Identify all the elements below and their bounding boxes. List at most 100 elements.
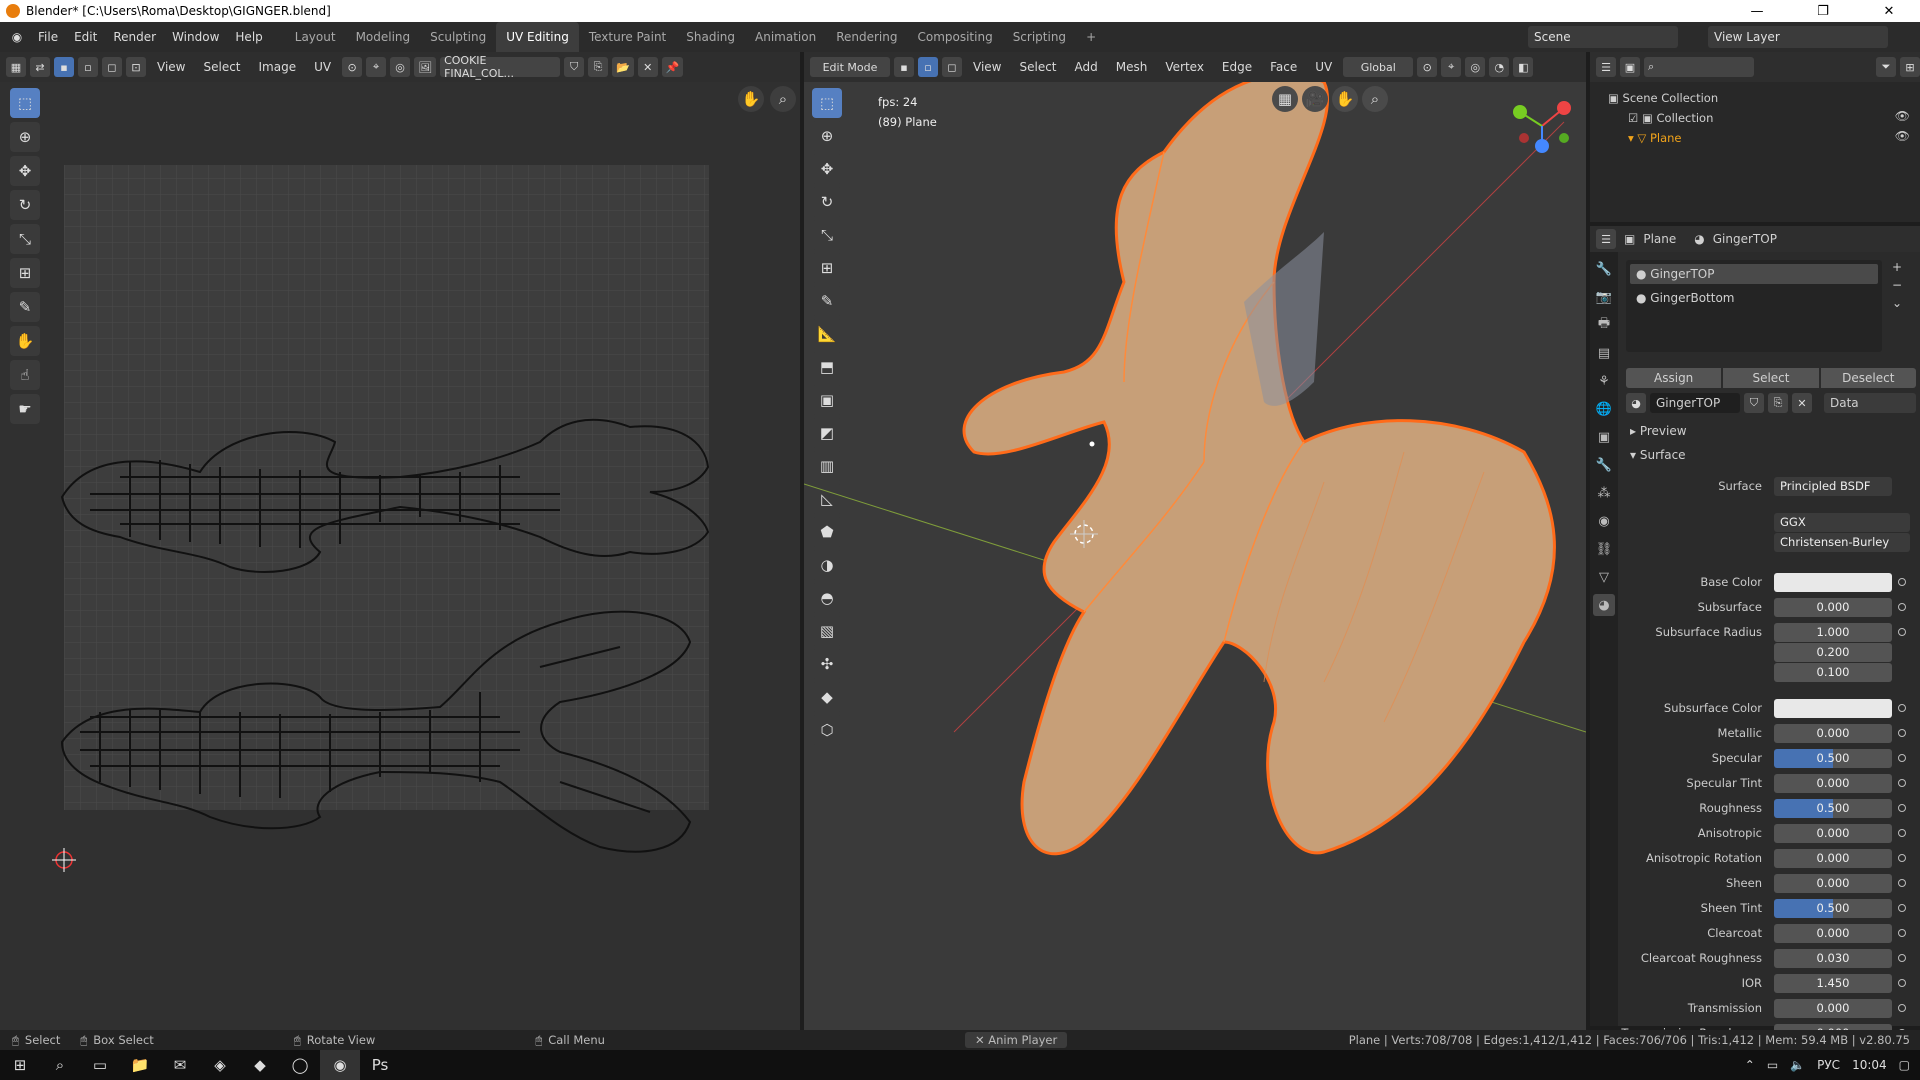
unlink-image-icon[interactable]: ✕ <box>637 57 658 77</box>
image-name-field[interactable]: COOKIE FINAL_COL... <box>440 54 561 80</box>
vp-menu-vertex[interactable]: Vertex <box>1158 60 1211 74</box>
tab-uv-editing[interactable]: UV Editing <box>496 22 579 52</box>
param-value-field[interactable]: 0.200 <box>1774 642 1892 662</box>
preview-panel-header[interactable]: ▸ Preview <box>1630 424 1687 438</box>
surface-panel-header[interactable]: ▾ Surface <box>1630 448 1686 462</box>
socket-link-icon[interactable] <box>1898 904 1906 912</box>
new-image-icon[interactable]: ⎘ <box>588 57 609 77</box>
task-view-icon[interactable]: ▭ <box>80 1050 120 1080</box>
param-value-field[interactable]: 0.500 <box>1774 748 1892 768</box>
socket-link-icon[interactable] <box>1898 929 1906 937</box>
uv-menu-image[interactable]: Image <box>252 60 304 74</box>
vp-menu-edge[interactable]: Edge <box>1215 60 1259 74</box>
vp-menu-view[interactable]: View <box>966 60 1008 74</box>
slot-item-gingertop[interactable]: ● GingerTOP <box>1630 264 1878 284</box>
navigation-gizmo[interactable] <box>1504 88 1580 164</box>
tab-texture-paint[interactable]: Texture Paint <box>579 22 676 52</box>
clock[interactable]: 10:04 <box>1852 1058 1887 1072</box>
scene-selector[interactable]: Scene <box>1528 26 1678 48</box>
sync-selection-icon[interactable]: ⇄ <box>30 57 50 77</box>
scene-tab-icon[interactable]: ⚘ <box>1593 370 1615 392</box>
param-value-field[interactable]: 1.000 <box>1774 622 1892 642</box>
view-layer-tab-icon[interactable]: ▤ <box>1593 342 1615 364</box>
pivot-icon[interactable]: ⊙ <box>342 57 363 77</box>
tab-sculpting[interactable]: Sculpting <box>420 22 496 52</box>
pivot-point-icon[interactable]: ⊙ <box>1417 57 1438 77</box>
display-mode-icon[interactable]: ▣ <box>1620 57 1640 77</box>
vp-menu-face[interactable]: Face <box>1263 60 1304 74</box>
modifier-tab-icon[interactable]: 🔧 <box>1593 454 1615 476</box>
face-mode-icon[interactable]: ◻ <box>942 57 962 77</box>
blender-taskbar-icon[interactable]: ◉ <box>320 1050 360 1080</box>
slot-menu-icon[interactable]: ⌄ <box>1892 296 1902 310</box>
volume-icon[interactable]: 🔈 <box>1790 1058 1805 1072</box>
menu-window[interactable]: Window <box>164 30 227 44</box>
file-explorer-icon[interactable]: 📁 <box>120 1050 160 1080</box>
object-tab-icon[interactable]: ▣ <box>1593 426 1615 448</box>
uv-menu-select[interactable]: Select <box>196 60 247 74</box>
socket-link-icon[interactable] <box>1898 879 1906 887</box>
tab-compositing[interactable]: Compositing <box>907 22 1002 52</box>
socket-link-icon[interactable] <box>1898 854 1906 862</box>
uv-menu-uv[interactable]: UV <box>307 60 338 74</box>
view-layer-selector[interactable]: View Layer <box>1708 26 1888 48</box>
param-value-field[interactable] <box>1774 698 1892 718</box>
gizmo-z-axis[interactable] <box>1535 139 1549 153</box>
render-tab-icon[interactable]: 📷 <box>1593 286 1615 308</box>
socket-link-icon[interactable] <box>1898 1004 1906 1012</box>
param-value-field[interactable] <box>1774 572 1892 592</box>
vp-menu-select[interactable]: Select <box>1012 60 1063 74</box>
vertex-mode-icon[interactable]: ▪ <box>894 57 914 77</box>
fake-user-icon[interactable]: ⛉ <box>564 57 585 77</box>
tab-rendering[interactable]: Rendering <box>826 22 907 52</box>
fake-user-icon[interactable]: ⛉ <box>1744 393 1764 413</box>
uv-canvas[interactable] <box>0 82 800 1030</box>
viewport-canvas[interactable] <box>804 82 1586 1030</box>
param-value-field[interactable]: 0.000 <box>1774 823 1892 843</box>
snap-icon[interactable]: ⌖ <box>366 57 387 77</box>
socket-link-icon[interactable] <box>1898 779 1906 787</box>
param-value-field[interactable]: 0.030 <box>1774 948 1892 968</box>
deselect-button[interactable]: Deselect <box>1820 368 1916 388</box>
pin-icon[interactable]: 📌 <box>661 57 684 77</box>
output-tab-icon[interactable]: 🖶 <box>1593 314 1615 336</box>
distribution-select[interactable]: GGX <box>1774 512 1910 532</box>
grid-view-icon[interactable]: ▦ <box>1272 86 1298 112</box>
close-button[interactable]: ✕ <box>1866 0 1912 22</box>
tray-chevron-icon[interactable]: ⌃ <box>1745 1058 1755 1072</box>
2d-cursor-icon[interactable] <box>52 848 76 872</box>
open-image-icon[interactable]: 📂 <box>612 57 634 77</box>
add-slot-icon[interactable]: + <box>1892 260 1902 274</box>
vp-menu-add[interactable]: Add <box>1068 60 1105 74</box>
link-data-select[interactable]: Data <box>1824 393 1916 413</box>
notifications-icon[interactable]: ▢ <box>1899 1058 1910 1072</box>
overlay-icon[interactable]: ◔ <box>1489 57 1510 77</box>
unlink-material-icon[interactable]: ✕ <box>1792 393 1812 413</box>
minimize-button[interactable]: — <box>1734 0 1780 22</box>
orientation-selector[interactable]: Global <box>1343 57 1414 77</box>
gizmo-x-axis[interactable] <box>1557 101 1571 115</box>
world-tab-icon[interactable]: 🌐 <box>1593 398 1615 420</box>
menu-edit[interactable]: Edit <box>66 30 105 44</box>
duplicate-material-icon[interactable]: ⎘ <box>1768 393 1788 413</box>
tool-tab-icon[interactable]: 🔧 <box>1593 258 1615 280</box>
face-select-icon[interactable]: ◻ <box>102 57 122 77</box>
zoom-view-icon[interactable]: ⌕ <box>1362 86 1388 112</box>
tree-item-scene-collection[interactable]: ▣ Scene Collection <box>1608 88 1718 108</box>
tab-scripting[interactable]: Scripting <box>1003 22 1076 52</box>
slot-item-gingerbottom[interactable]: ● GingerBottom <box>1630 288 1878 308</box>
remove-slot-icon[interactable]: − <box>1892 278 1902 292</box>
menu-help[interactable]: Help <box>227 30 270 44</box>
socket-link-icon[interactable] <box>1898 729 1906 737</box>
param-value-field[interactable]: 0.000 <box>1774 723 1892 743</box>
uv-menu-view[interactable]: View <box>150 60 192 74</box>
vp-menu-mesh[interactable]: Mesh <box>1109 60 1155 74</box>
pan-view-icon[interactable]: ✋ <box>1332 86 1358 112</box>
mode-selector[interactable]: Edit Mode <box>810 57 890 77</box>
eye-icon[interactable]: 👁 <box>1895 126 1910 146</box>
edge-mode-icon[interactable]: ▫ <box>918 57 938 77</box>
subsurface-method-select[interactable]: Christensen-Burley <box>1774 532 1910 552</box>
gingerbread-mesh[interactable] <box>962 82 1556 856</box>
param-value-field[interactable]: 0.500 <box>1774 898 1892 918</box>
opera-icon[interactable]: ◯ <box>280 1050 320 1080</box>
